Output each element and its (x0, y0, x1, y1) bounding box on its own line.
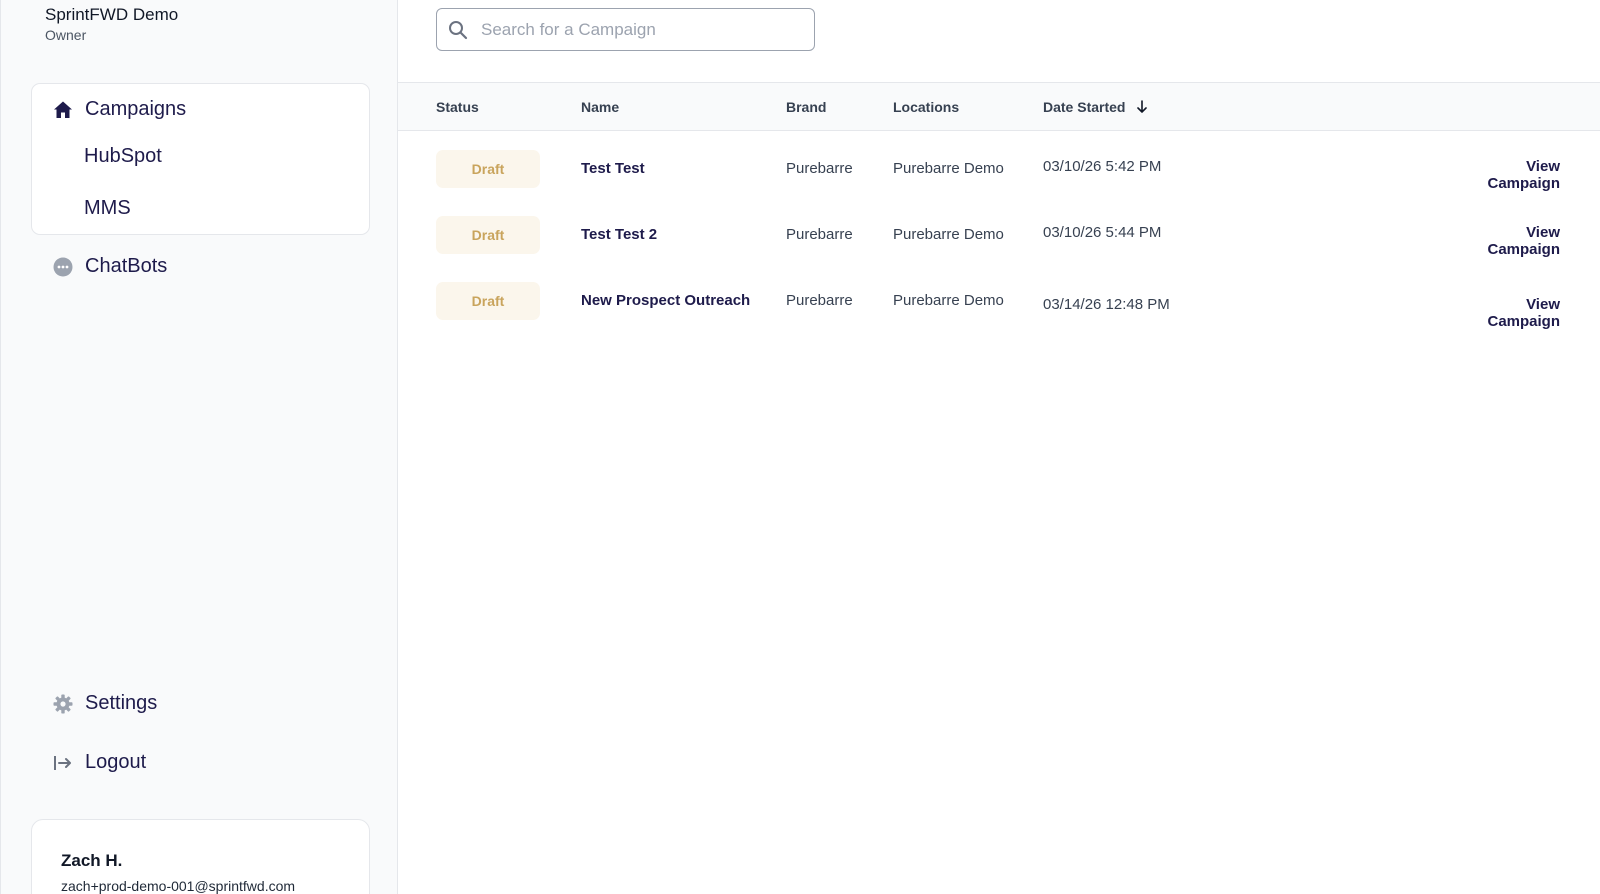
user-email: zach+prod-demo-001@sprintfwd.com (61, 878, 296, 894)
sidebar-item-chatbots[interactable]: ChatBots (52, 255, 167, 278)
column-header-date-started[interactable]: Date Started (1043, 99, 1149, 115)
column-header-name: Name (581, 99, 620, 115)
chat-bubble-icon (52, 256, 74, 278)
sidebar: SprintFWD Demo Owner Campaigns HubSpot M… (0, 0, 398, 894)
locations-cell: Purebarre Demo (893, 226, 1004, 243)
sidebar-item-mms[interactable]: MMS (84, 197, 131, 220)
view-campaign-link[interactable]: View Campaign (1454, 296, 1560, 330)
user-name: Zach H. (61, 851, 123, 870)
sidebar-item-label: Settings (85, 692, 158, 714)
column-header-status: Status (436, 99, 479, 115)
table-row: Draft Test Test 2 Purebarre Purebarre De… (398, 200, 1600, 266)
view-campaign-link[interactable]: View Campaign (1454, 158, 1560, 192)
sidebar-item-label: Logout (85, 751, 147, 773)
logout-icon (52, 752, 74, 774)
status-badge: Draft (436, 282, 540, 320)
status-badge: Draft (436, 150, 540, 188)
view-campaign-link[interactable]: View Campaign (1454, 224, 1560, 258)
date-started-cell: 03/10/26 5:42 PM (1043, 158, 1162, 175)
sidebar-item-label: ChatBots (85, 255, 168, 277)
column-header-label: Date Started (1043, 99, 1126, 115)
campaign-name-link[interactable]: Test Test (581, 160, 645, 177)
org-name: SprintFWD Demo (45, 5, 179, 24)
campaign-name-link[interactable]: Test Test 2 (581, 226, 657, 243)
home-icon (52, 99, 74, 121)
sidebar-item-campaigns[interactable]: Campaigns (52, 98, 186, 121)
date-started-cell: 03/14/26 12:48 PM (1043, 296, 1170, 313)
sidebar-item-label: MMS (84, 197, 131, 219)
column-header-brand: Brand (786, 99, 827, 115)
main-content: Status Name Brand Locations Date Started… (398, 0, 1600, 894)
locations-cell: Purebarre Demo (893, 160, 1004, 177)
table-row: Draft New Prospect Outreach Purebarre Pu… (398, 266, 1600, 332)
date-started-cell: 03/10/26 5:44 PM (1043, 224, 1162, 241)
sidebar-item-label: Campaigns (85, 98, 187, 120)
status-badge: Draft (436, 216, 540, 254)
sidebar-item-label: HubSpot (84, 145, 162, 167)
sidebar-item-hubspot[interactable]: HubSpot (84, 145, 162, 168)
gear-icon (52, 693, 74, 715)
arrow-down-icon (1135, 100, 1149, 114)
locations-cell: Purebarre Demo (893, 292, 1004, 309)
search-box[interactable] (436, 8, 815, 51)
user-card[interactable]: Zach H. zach+prod-demo-001@sprintfwd.com (31, 819, 370, 894)
search-input[interactable] (481, 19, 801, 40)
search-icon (447, 19, 469, 41)
campaigns-nav-group: Campaigns HubSpot MMS (31, 83, 370, 235)
campaign-name-link[interactable]: New Prospect Outreach (581, 292, 750, 309)
brand-cell: Purebarre (786, 292, 853, 309)
column-header-locations: Locations (893, 99, 960, 115)
brand-cell: Purebarre (786, 160, 853, 177)
sidebar-item-logout[interactable]: Logout (52, 751, 146, 774)
table-row: Draft Test Test Purebarre Purebarre Demo… (398, 134, 1600, 200)
sidebar-item-settings[interactable]: Settings (52, 692, 157, 715)
table-header: Status Name Brand Locations Date Started (398, 82, 1600, 131)
org-role: Owner (45, 27, 87, 43)
brand-cell: Purebarre (786, 226, 853, 243)
